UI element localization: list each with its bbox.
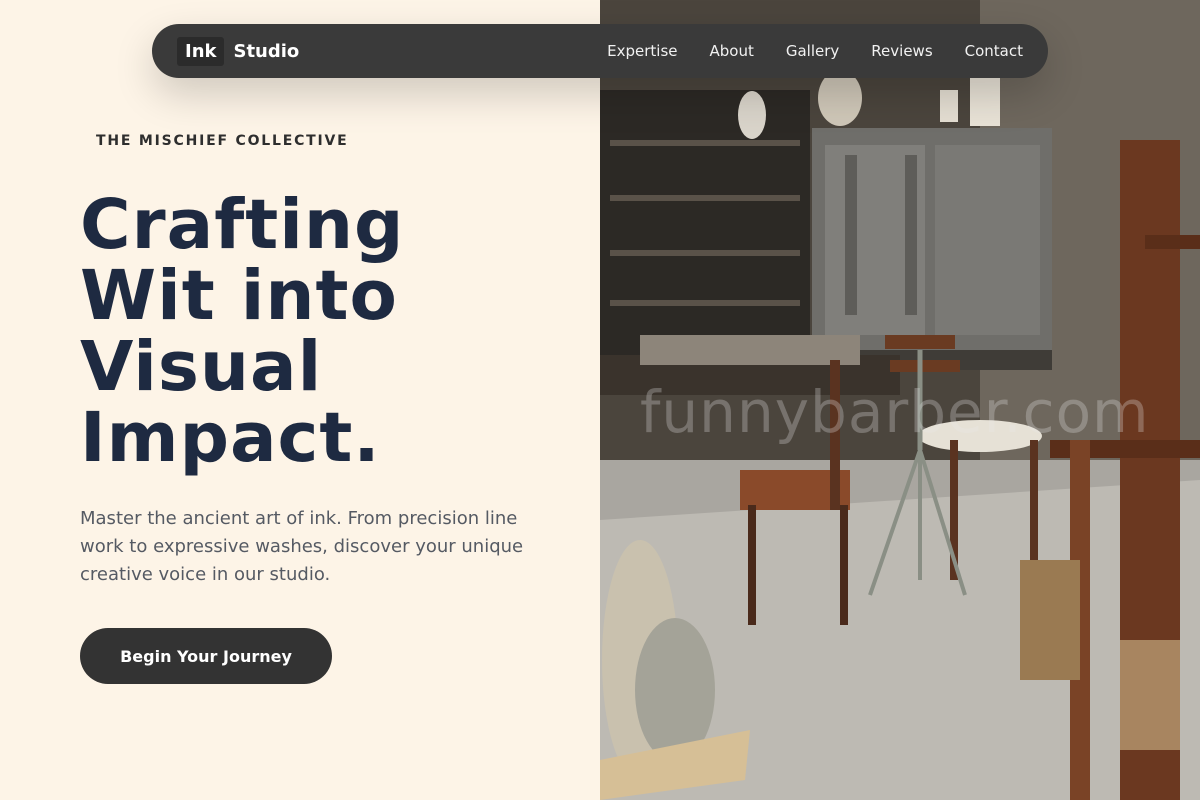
- top-nav-bar: Ink Studio Expertise About Gallery Revie…: [152, 24, 1048, 78]
- logo-mark: Ink: [177, 36, 225, 66]
- logo-text: Studio: [233, 40, 300, 62]
- hero-photo: funnybarber.com: [600, 0, 1200, 800]
- hero-description: Master the ancient art of ink. From prec…: [80, 508, 524, 585]
- hero-eyebrow: THE MISCHIEF COLLECTIVE: [96, 133, 349, 149]
- nav-link-about[interactable]: About: [710, 42, 754, 60]
- nav-link-reviews[interactable]: Reviews: [871, 42, 932, 60]
- site-logo[interactable]: Ink Studio: [177, 36, 300, 66]
- nav-link-contact[interactable]: Contact: [965, 42, 1023, 60]
- nav-link-gallery[interactable]: Gallery: [786, 42, 839, 60]
- watermark-text: funnybarber.com: [640, 378, 1150, 446]
- headline-line: Visual: [80, 327, 323, 407]
- headline-line: Impact.: [80, 398, 381, 478]
- begin-journey-button[interactable]: Begin Your Journey: [80, 628, 332, 684]
- nav-link-expertise[interactable]: Expertise: [607, 42, 677, 60]
- hero-headline: Crafting Wit into Visual Impact.: [80, 190, 560, 474]
- headline-line: Wit into: [80, 256, 398, 336]
- headline-line: Crafting: [80, 185, 405, 265]
- nav-links: Expertise About Gallery Reviews Contact: [607, 42, 1023, 60]
